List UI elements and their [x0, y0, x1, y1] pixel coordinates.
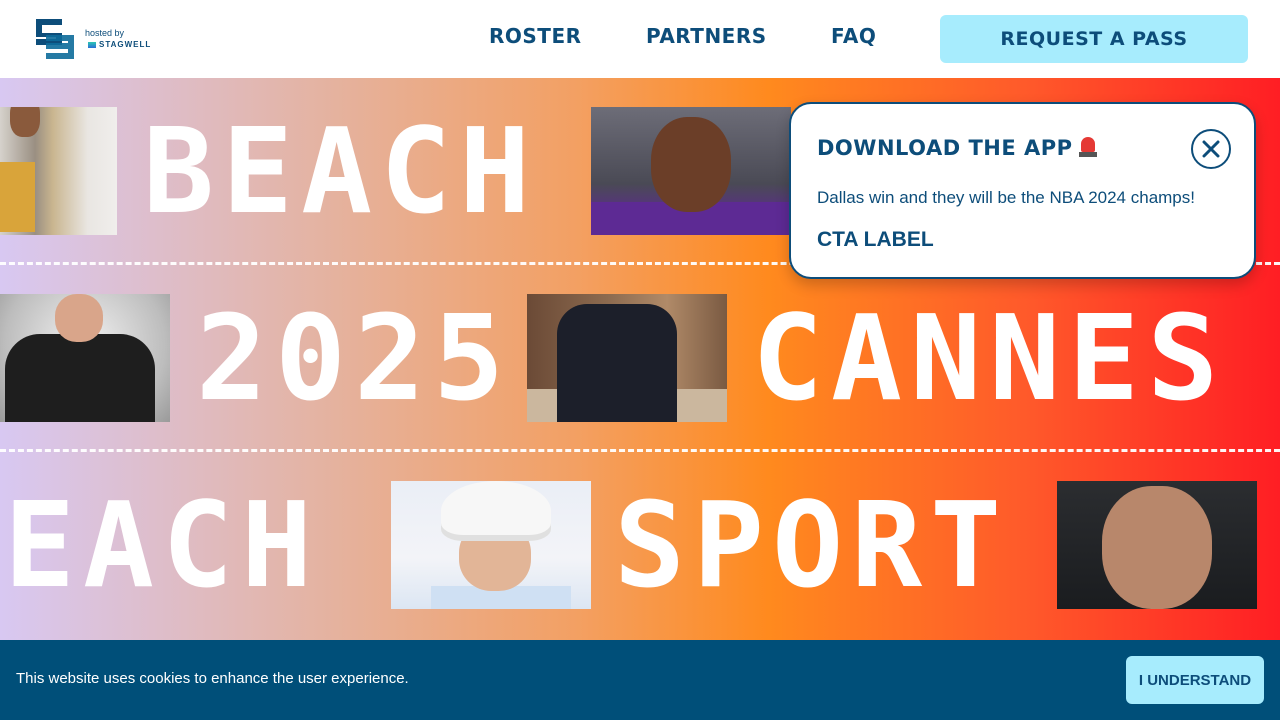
nav-partners[interactable]: PARTNERS	[646, 24, 767, 48]
athlete-photo-snowboarder	[391, 481, 591, 609]
hero-word-sport: SPORT	[614, 476, 1010, 614]
close-icon[interactable]	[1191, 129, 1231, 169]
divider-dashed	[0, 449, 1280, 452]
nav-faq[interactable]: FAQ	[831, 24, 876, 48]
hero-word-beach: BEACH	[143, 102, 539, 240]
hosted-by-label: hosted by	[85, 28, 125, 38]
cookie-accept-button[interactable]: I UNDERSTAND	[1126, 656, 1264, 704]
athlete-photo-player	[591, 107, 791, 235]
site-header: hosted by STAGWELL ROSTER PARTNERS FAQ R…	[0, 0, 1280, 78]
athlete-photo-portrait	[1057, 481, 1257, 609]
athlete-photo-seated	[527, 294, 727, 422]
athlete-photo-tee	[0, 294, 170, 422]
hero-word-cannes: CANNES	[752, 289, 1227, 427]
nav-roster[interactable]: ROSTER	[489, 24, 582, 48]
stagwell-logo: STAGWELL	[88, 40, 151, 49]
sb-logo-icon[interactable]	[32, 15, 78, 63]
popup-title-text: DOWNLOAD THE APP	[817, 136, 1073, 160]
download-app-popup: DOWNLOAD THE APP Dallas win and they wil…	[789, 102, 1256, 279]
popup-title: DOWNLOAD THE APP	[817, 136, 1097, 160]
hero-word-each: EACH	[4, 476, 321, 614]
cookie-banner: This website uses cookies to enhance the…	[0, 640, 1280, 720]
cookie-message: This website uses cookies to enhance the…	[16, 670, 409, 687]
stagwell-wordmark: STAGWELL	[99, 40, 152, 49]
hero-word-2025: 2025	[196, 289, 513, 427]
popup-cta-link[interactable]: CTA LABEL	[817, 228, 934, 252]
request-pass-button[interactable]: REQUEST A PASS	[940, 15, 1248, 63]
popup-message: Dallas win and they will be the NBA 2024…	[817, 188, 1195, 207]
stagwell-mark-icon	[88, 41, 96, 48]
athlete-photo-suit	[0, 107, 117, 235]
siren-icon	[1078, 137, 1097, 157]
